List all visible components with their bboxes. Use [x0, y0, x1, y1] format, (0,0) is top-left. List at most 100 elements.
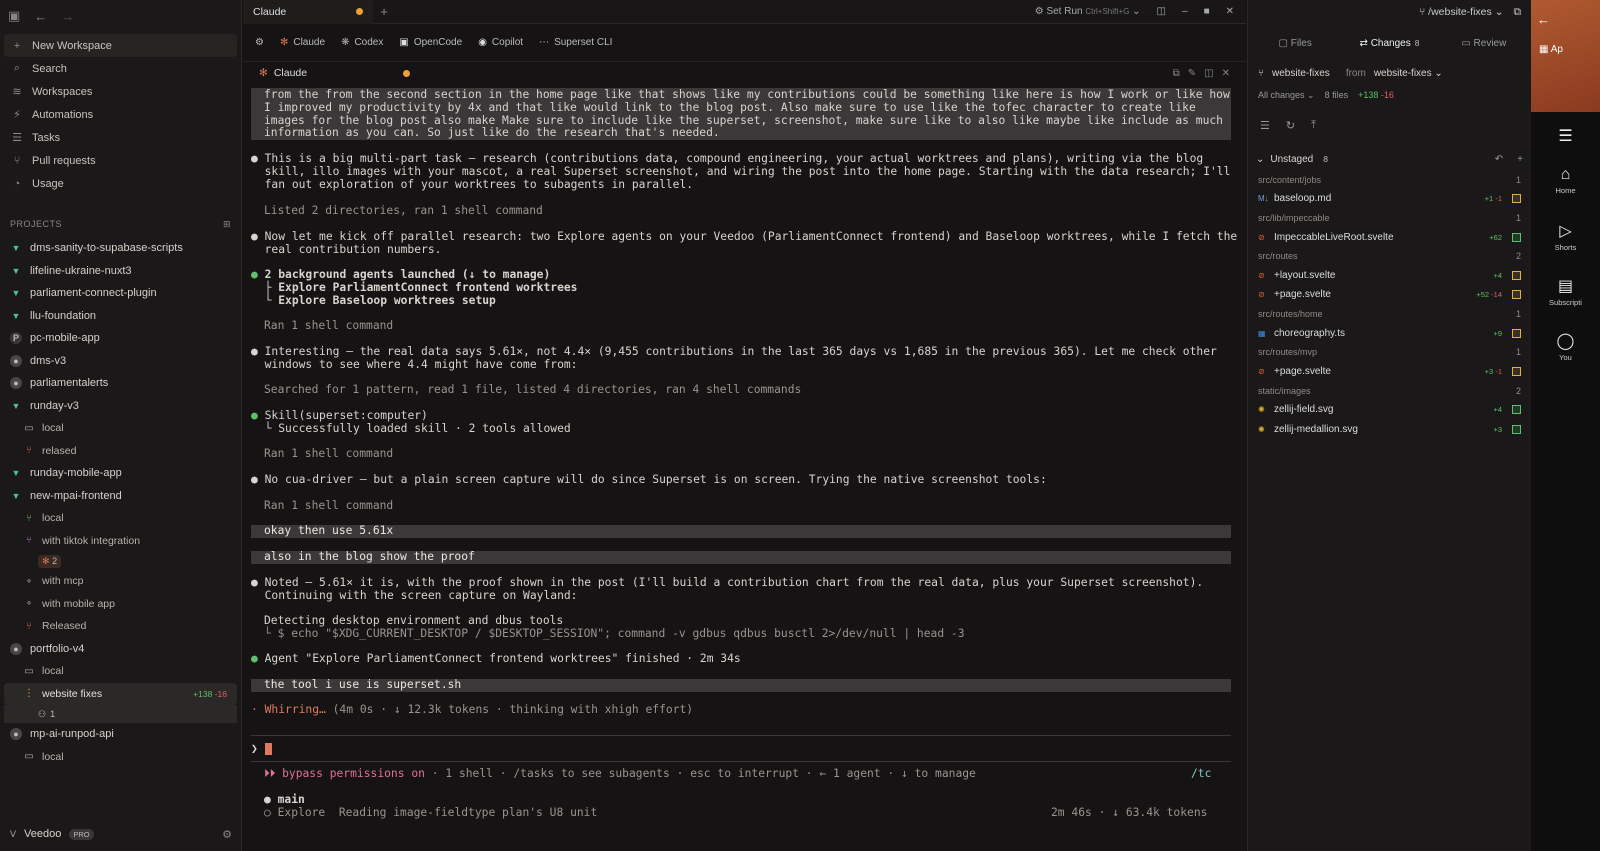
project-item[interactable]: ● portfolio-v4 — [0, 638, 241, 661]
worktree-item[interactable]: ⑂ Released — [0, 615, 241, 638]
agent-settings-icon[interactable]: ⚙ — [255, 37, 264, 48]
worktree-item[interactable]: ▭ local — [0, 746, 241, 769]
worktree-item[interactable]: ∘ with mobile app — [0, 593, 241, 616]
collapse-icon[interactable]: ⤒ — [1311, 119, 1316, 132]
project-item[interactable]: ▼ llu-foundation — [0, 305, 241, 328]
worktree-item[interactable]: ▭ local — [0, 660, 241, 683]
minimize-icon[interactable]: – — [1182, 6, 1188, 17]
strip-nav-item[interactable]: ▷ Shorts — [1531, 221, 1600, 252]
tool-summary[interactable]: Ran 1 shell command — [264, 499, 393, 513]
all-changes-dropdown[interactable]: All changes ⌄ — [1258, 90, 1315, 101]
worktree-item[interactable]: ⑂ with tiktok integration — [0, 530, 241, 553]
strip-menu-icon[interactable]: ☰ — [1531, 126, 1600, 148]
file-row[interactable]: ✺ zellij-medallion.svg +3 — [1248, 419, 1531, 438]
split-icon[interactable]: ◫ — [1157, 6, 1166, 17]
org-name[interactable]: Veedoo — [24, 828, 61, 840]
unstaged-header[interactable]: ⌄ Unstaged 8 ↶ + — [1248, 148, 1531, 170]
agent-option[interactable]: ◉ Copilot — [478, 37, 523, 48]
base-branch-selector[interactable]: website-fixes ⌄ — [1374, 68, 1443, 79]
sidebar-nav-item[interactable]: ⚡ Automations — [4, 103, 237, 126]
forward-arrow-icon[interactable]: → — [61, 9, 74, 24]
agent-option[interactable]: ✻ Claude — [280, 37, 325, 48]
directory-row[interactable]: static/images 2 — [1248, 381, 1531, 400]
directory-row[interactable]: src/lib/impeccable 1 — [1248, 208, 1531, 227]
project-item[interactable]: ▼ runday-mobile-app — [0, 462, 241, 485]
close-icon[interactable]: ✕ — [1226, 6, 1234, 17]
discard-all-icon[interactable]: ↶ — [1495, 154, 1503, 165]
file-row[interactable]: M↓ baseloop.md +1 -1 — [1248, 189, 1531, 208]
directory-row[interactable]: src/routes 2 — [1248, 247, 1531, 266]
project-item[interactable]: ▼ runday-v3 — [0, 395, 241, 418]
file-row[interactable]: ⊘ +layout.svelte +4 — [1248, 266, 1531, 285]
file-row[interactable]: ⊘ +page.svelte +3 -1 — [1248, 362, 1531, 381]
stage-all-icon[interactable]: + — [1517, 154, 1523, 165]
tab-changes[interactable]: ⇄ Changes 8 — [1342, 38, 1436, 49]
edit-icon[interactable]: ✎ — [1188, 68, 1196, 79]
tab-review[interactable]: ▭ Review — [1437, 38, 1531, 49]
back-icon[interactable]: ← — [1537, 12, 1550, 27]
project-item[interactable]: ▼ dms-sanity-to-supabase-scripts — [0, 237, 241, 260]
branch-selector[interactable]: ⑂ /website-fixes ⌄ — [1419, 6, 1504, 18]
project-label: parliamentalerts — [30, 377, 109, 390]
agent-entry[interactable]: ├ Explore ParliamentConnect frontend wor… — [265, 281, 578, 294]
back-arrow-icon[interactable]: ← — [34, 9, 47, 24]
agent-option[interactable]: ❋ Codex — [341, 37, 383, 48]
settings-gear-icon[interactable]: ⚙ — [222, 828, 232, 841]
project-item[interactable]: ▼ parliament-connect-plugin — [0, 282, 241, 305]
file-row[interactable]: ▦ choreography.ts +9 — [1248, 324, 1531, 343]
sidebar-nav-item[interactable]: ◔ Usage — [4, 172, 237, 195]
copy-icon[interactable]: ⧉ — [1173, 68, 1180, 79]
prompt-input[interactable]: ❯ — [251, 742, 272, 756]
task-explore[interactable]: ○ Explore Reading image-fieldtype plan's… — [264, 806, 597, 820]
set-run-button[interactable]: ⚙ Set Run Ctrl+Shift+G ⌄ — [1035, 6, 1141, 17]
sidebar-nav-item[interactable]: ≋ Workspaces — [4, 80, 237, 103]
split-pane-icon[interactable]: ◫ — [1204, 68, 1213, 79]
directory-row[interactable]: src/content/jobs 1 — [1248, 170, 1531, 189]
strip-nav-item[interactable]: ◯ You — [1531, 331, 1600, 362]
sidebar-nav-item[interactable]: ⑂ Pull requests — [4, 149, 237, 172]
tab-files[interactable]: ▢ Files — [1248, 38, 1342, 49]
agent-option[interactable]: ⋯ Superset CLI — [539, 37, 612, 48]
list-view-icon[interactable]: ☰ — [1260, 119, 1270, 132]
panel-toggle-icon[interactable]: ⧉ — [1514, 6, 1522, 19]
file-row[interactable]: ⊘ +page.svelte +52 -14 — [1248, 285, 1531, 304]
worktree-item[interactable]: ⋮ website fixes +138 -16 — [4, 682, 237, 705]
strip-nav-item[interactable]: ▤ Subscripti — [1531, 276, 1600, 307]
worktree-item[interactable]: ⑂ relased — [0, 440, 241, 463]
new-project-icon[interactable]: ⊞ — [223, 219, 231, 230]
file-deletions: -1 — [1495, 194, 1502, 204]
tool-summary[interactable]: Ran 1 shell command — [264, 447, 393, 461]
project-item[interactable]: ● parliamentalerts — [0, 372, 241, 395]
project-item[interactable]: ● dms-v3 — [0, 350, 241, 373]
project-item[interactable]: ▼ new-mpai-frontend — [0, 485, 241, 508]
strip-nav-item[interactable]: ⌂ Home — [1531, 166, 1600, 195]
tool-summary[interactable]: Listed 2 directories, ran 1 shell comman… — [264, 204, 543, 218]
project-item[interactable]: Ppc-mobile-app — [0, 327, 241, 350]
agent-option[interactable]: ▣ OpenCode — [399, 37, 462, 48]
file-row[interactable]: ✺ zellij-field.svg +4 — [1248, 400, 1531, 419]
sidebar-nav-item[interactable]: + New Workspace — [4, 34, 237, 57]
new-tab-button[interactable]: + — [373, 4, 395, 19]
sidebar-toggle-icon[interactable]: ▣ — [8, 8, 20, 24]
tool-summary[interactable]: Searched for 1 pattern, read 1 file, lis… — [264, 383, 801, 397]
worktree-item[interactable]: ∘ with mcp — [0, 570, 241, 593]
bypass-status[interactable]: ⏵⏵ bypass permissions on — [264, 767, 425, 780]
apps-label: Ap — [1550, 44, 1563, 55]
worktree-item[interactable]: ▭ local — [0, 417, 241, 440]
sidebar-nav-item[interactable]: ⌕ Search — [4, 57, 237, 80]
apps-icon[interactable]: ▦ Ap — [1539, 44, 1563, 55]
project-item[interactable]: ▼ lifeline-ukraine-nuxt3 — [0, 260, 241, 283]
file-row[interactable]: ⊘ ImpeccableLiveRoot.svelte +62 — [1248, 228, 1531, 247]
agent-entry[interactable]: └ Explore Baseloop worktrees setup — [265, 294, 496, 307]
worktree-item[interactable]: ⑂ local — [0, 507, 241, 530]
directory-row[interactable]: src/routes/home 1 — [1248, 304, 1531, 323]
tab-claude[interactable]: Claude — [243, 0, 373, 24]
project-item[interactable]: ● mp-ai-runpod-api — [0, 723, 241, 746]
directory-row[interactable]: src/routes/mvp 1 — [1248, 343, 1531, 362]
task-main[interactable]: ● main — [264, 793, 305, 807]
sidebar-nav-item[interactable]: ☰ Tasks — [4, 126, 237, 149]
maximize-icon[interactable]: ■ — [1204, 6, 1210, 17]
tool-summary[interactable]: Ran 1 shell command — [264, 319, 393, 333]
close-pane-icon[interactable]: ✕ — [1222, 68, 1230, 79]
refresh-icon[interactable]: ↻ — [1286, 119, 1295, 132]
